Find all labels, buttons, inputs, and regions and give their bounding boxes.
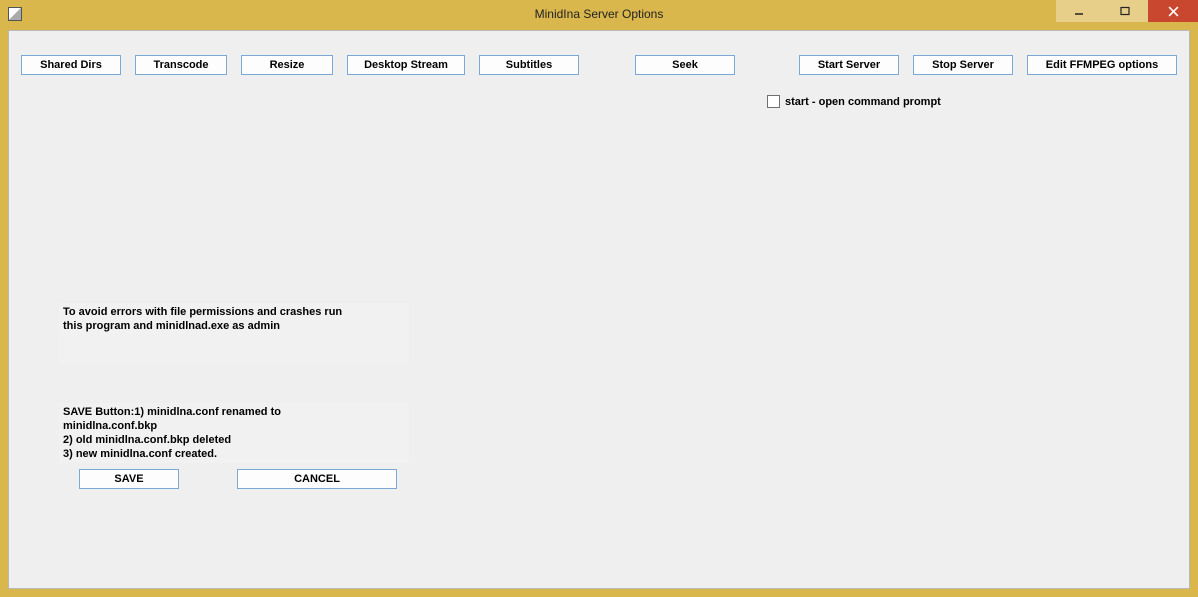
window-controls — [1056, 0, 1198, 22]
shared-dirs-button[interactable]: Shared Dirs — [21, 55, 121, 75]
save-steps-note: SAVE Button:1) minidlna.conf renamed to … — [59, 403, 409, 463]
maximize-button[interactable] — [1102, 0, 1148, 22]
open-cmd-label: start - open command prompt — [785, 96, 941, 108]
client-area: Shared Dirs Transcode Resize Desktop Str… — [8, 30, 1190, 589]
start-server-button[interactable]: Start Server — [799, 55, 899, 75]
open-cmd-row: start - open command prompt — [767, 95, 941, 108]
save-button[interactable]: SAVE — [79, 469, 179, 489]
edit-ffmpeg-button[interactable]: Edit FFMPEG options — [1027, 55, 1177, 75]
app-window: MinidIna Server Options Shared Dirs Tran… — [0, 0, 1198, 597]
open-cmd-checkbox[interactable] — [767, 95, 780, 108]
subtitles-button[interactable]: Subtitles — [479, 55, 579, 75]
cancel-button[interactable]: CANCEL — [237, 469, 397, 489]
toolbar: Shared Dirs Transcode Resize Desktop Str… — [21, 55, 1177, 75]
seek-button[interactable]: Seek — [635, 55, 735, 75]
minimize-button[interactable] — [1056, 0, 1102, 22]
titlebar[interactable]: MinidIna Server Options — [0, 0, 1198, 28]
permissions-note: To avoid errors with file permissions an… — [59, 303, 409, 363]
transcode-button[interactable]: Transcode — [135, 55, 227, 75]
desktop-stream-button[interactable]: Desktop Stream — [347, 55, 465, 75]
resize-button[interactable]: Resize — [241, 55, 333, 75]
app-icon — [8, 7, 22, 21]
footer-buttons: SAVE CANCEL — [79, 469, 397, 489]
window-title: MinidIna Server Options — [535, 7, 664, 21]
stop-server-button[interactable]: Stop Server — [913, 55, 1013, 75]
close-button[interactable] — [1148, 0, 1198, 22]
